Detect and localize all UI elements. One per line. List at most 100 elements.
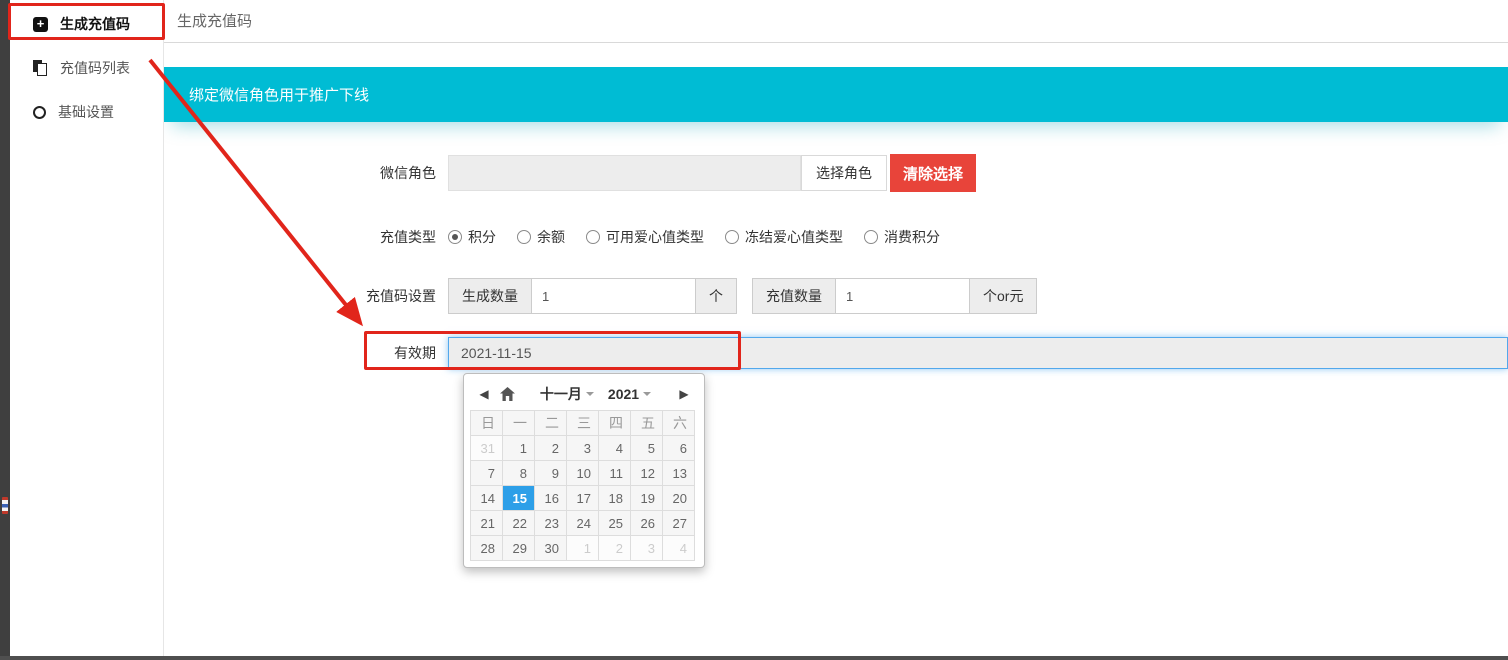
calendar-day[interactable]: 28: [471, 536, 503, 561]
datepicker-month-year: 十一月 2021: [515, 384, 676, 404]
calendar-body: 3112345678910111213141516171819202122232…: [471, 436, 695, 561]
radio-option-frozen-love[interactable]: 冻结爱心值类型: [725, 227, 843, 247]
calendar-day[interactable]: 27: [663, 511, 695, 536]
window-edge-strip: [0, 0, 10, 660]
generate-count-group: 生成数量 个: [448, 278, 737, 314]
calendar-day[interactable]: 11: [599, 461, 631, 486]
wechat-role-field[interactable]: [448, 155, 801, 191]
calendar-day[interactable]: 13: [663, 461, 695, 486]
chevron-down-icon: [586, 392, 594, 396]
calendar-day[interactable]: 31: [471, 436, 503, 461]
recharge-type-options: 积分 余额 可用爱心值类型 冻结爱心值类型 消费积分: [448, 227, 940, 247]
radio-label: 冻结爱心值类型: [745, 227, 843, 247]
radio-option-consume-points[interactable]: 消费积分: [864, 227, 940, 247]
weekday-cell: 日: [471, 411, 503, 436]
wechat-role-label: 微信角色: [164, 163, 448, 183]
radio-option-points[interactable]: 积分: [448, 227, 496, 247]
home-icon[interactable]: [500, 387, 515, 401]
calendar-day[interactable]: 17: [567, 486, 599, 511]
calendar-day[interactable]: 26: [631, 511, 663, 536]
validity-row: 有效期: [164, 337, 1508, 369]
sidebar-item-basic-settings[interactable]: 基础设置: [10, 90, 163, 134]
calendar-day[interactable]: 1: [567, 536, 599, 561]
month-label: 十一月: [540, 384, 582, 404]
recharge-amount-group: 充值数量 个or元: [752, 278, 1037, 314]
page-title: 生成充值码: [164, 0, 1508, 43]
chevron-down-icon: [643, 392, 651, 396]
radio-option-balance[interactable]: 余额: [517, 227, 565, 247]
month-select[interactable]: 十一月: [540, 384, 594, 404]
calendar-day[interactable]: 24: [567, 511, 599, 536]
radio-option-available-love[interactable]: 可用爱心值类型: [586, 227, 704, 247]
radio-label: 积分: [468, 227, 496, 247]
radio-icon: [725, 230, 739, 244]
calendar-day[interactable]: 10: [567, 461, 599, 486]
calendar-table: 日一二三四五六 31123456789101112131415161718192…: [470, 410, 695, 561]
calendar-day[interactable]: 4: [663, 536, 695, 561]
code-settings-row: 充值码设置 生成数量 个 充值数量 个or元: [164, 278, 1508, 314]
radio-icon: [864, 230, 878, 244]
generate-count-suffix: 个: [695, 278, 737, 314]
calendar-day[interactable]: 2: [599, 536, 631, 561]
calendar-day[interactable]: 18: [599, 486, 631, 511]
calendar-day[interactable]: 14: [471, 486, 503, 511]
radio-label: 余额: [537, 227, 565, 247]
sidebar-item-generate-code[interactable]: 生成充值码: [10, 2, 163, 46]
weekday-cell: 三: [567, 411, 599, 436]
weekday-cell: 二: [535, 411, 567, 436]
calendar-day[interactable]: 20: [663, 486, 695, 511]
calendar-day[interactable]: 21: [471, 511, 503, 536]
main-content: 生成充值码 绑定微信角色用于推广下线 微信角色 选择角色 清除选择 充值类型 积…: [164, 0, 1508, 656]
generate-count-input[interactable]: [532, 278, 695, 314]
calendar-day[interactable]: 9: [535, 461, 567, 486]
calendar-day[interactable]: 22: [503, 511, 535, 536]
prev-month-icon[interactable]: ◀: [476, 387, 492, 401]
calendar-day[interactable]: 15: [503, 486, 535, 511]
datepicker-popup: ◀ 十一月 2021 ▶ 日一二三四五六 3112345678910111213…: [463, 373, 705, 568]
datepicker-header: ◀ 十一月 2021 ▶: [470, 380, 698, 408]
weekday-cell: 五: [631, 411, 663, 436]
copy-icon: [33, 60, 48, 76]
generate-code-form: 微信角色 选择角色 清除选择 充值类型 积分 余额 可用爱心值类型: [164, 154, 1508, 369]
circle-icon: [33, 106, 46, 119]
recharge-amount-input[interactable]: [836, 278, 969, 314]
calendar-day[interactable]: 30: [535, 536, 567, 561]
calendar-day[interactable]: 6: [663, 436, 695, 461]
calendar-day[interactable]: 25: [599, 511, 631, 536]
calendar-day[interactable]: 12: [631, 461, 663, 486]
sidebar: 生成充值码 充值码列表 基础设置: [10, 0, 164, 656]
radio-label: 消费积分: [884, 227, 940, 247]
edge-panel-handle[interactable]: [2, 497, 8, 514]
weekday-row: 日一二三四五六: [471, 411, 695, 436]
calendar-day[interactable]: 1: [503, 436, 535, 461]
select-role-button[interactable]: 选择角色: [801, 155, 887, 191]
radio-icon: [517, 230, 531, 244]
generate-count-prefix: 生成数量: [448, 278, 532, 314]
plus-square-icon: [33, 17, 48, 32]
recharge-amount-suffix: 个or元: [969, 278, 1037, 314]
validity-date-input[interactable]: [448, 337, 1508, 369]
calendar-day[interactable]: 23: [535, 511, 567, 536]
sidebar-item-code-list[interactable]: 充值码列表: [10, 46, 163, 90]
recharge-amount-prefix: 充值数量: [752, 278, 836, 314]
sidebar-item-label: 基础设置: [58, 102, 114, 122]
bottom-edge-bar: [0, 656, 1508, 660]
calendar-day[interactable]: 3: [631, 536, 663, 561]
calendar-day[interactable]: 3: [567, 436, 599, 461]
calendar-day[interactable]: 2: [535, 436, 567, 461]
calendar-day[interactable]: 29: [503, 536, 535, 561]
radio-icon: [586, 230, 600, 244]
calendar-day[interactable]: 5: [631, 436, 663, 461]
validity-label: 有效期: [164, 343, 448, 363]
next-month-icon[interactable]: ▶: [676, 387, 692, 401]
wechat-role-row: 微信角色 选择角色 清除选择: [164, 154, 1508, 192]
calendar-day[interactable]: 8: [503, 461, 535, 486]
year-select[interactable]: 2021: [608, 386, 651, 402]
calendar-day[interactable]: 16: [535, 486, 567, 511]
clear-selection-button[interactable]: 清除选择: [890, 154, 976, 192]
calendar-day[interactable]: 19: [631, 486, 663, 511]
calendar-day[interactable]: 7: [471, 461, 503, 486]
sidebar-item-label: 生成充值码: [60, 14, 130, 34]
calendar-day[interactable]: 4: [599, 436, 631, 461]
sidebar-item-label: 充值码列表: [60, 58, 130, 78]
